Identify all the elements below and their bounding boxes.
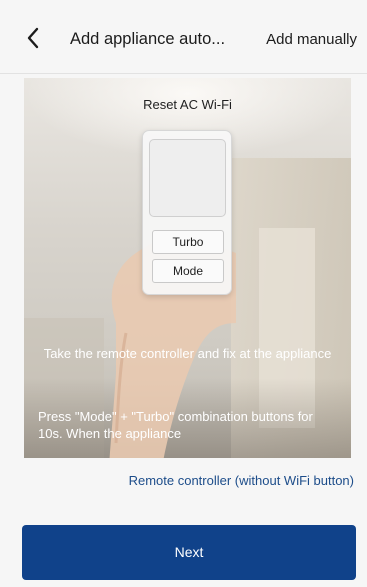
chevron-left-icon	[27, 27, 39, 49]
instruction-text-2: Press "Mode" + "Turbo" combination butto…	[38, 409, 313, 441]
turbo-button-label: Turbo	[152, 230, 224, 254]
add-manually-link[interactable]: Add manually	[266, 31, 357, 48]
top-bar: Add appliance auto... Add manually	[0, 0, 367, 74]
remote-controller-link[interactable]: Remote controller (without WiFi button)	[0, 473, 367, 488]
next-button[interactable]: Next	[22, 525, 356, 580]
panel-title: Reset AC Wi-Fi	[143, 97, 232, 112]
instruction-text-1: Take the remote controller and fix at th…	[43, 346, 332, 361]
back-button[interactable]	[20, 24, 48, 52]
page-title: Add appliance auto...	[70, 30, 226, 48]
instruction-panel: Reset AC Wi-Fi Turbo Mode Take the remot…	[24, 78, 351, 458]
remote-controller-illustration: Turbo Mode	[142, 130, 232, 295]
mode-button-label: Mode	[152, 259, 224, 283]
remote-screen	[149, 139, 226, 217]
